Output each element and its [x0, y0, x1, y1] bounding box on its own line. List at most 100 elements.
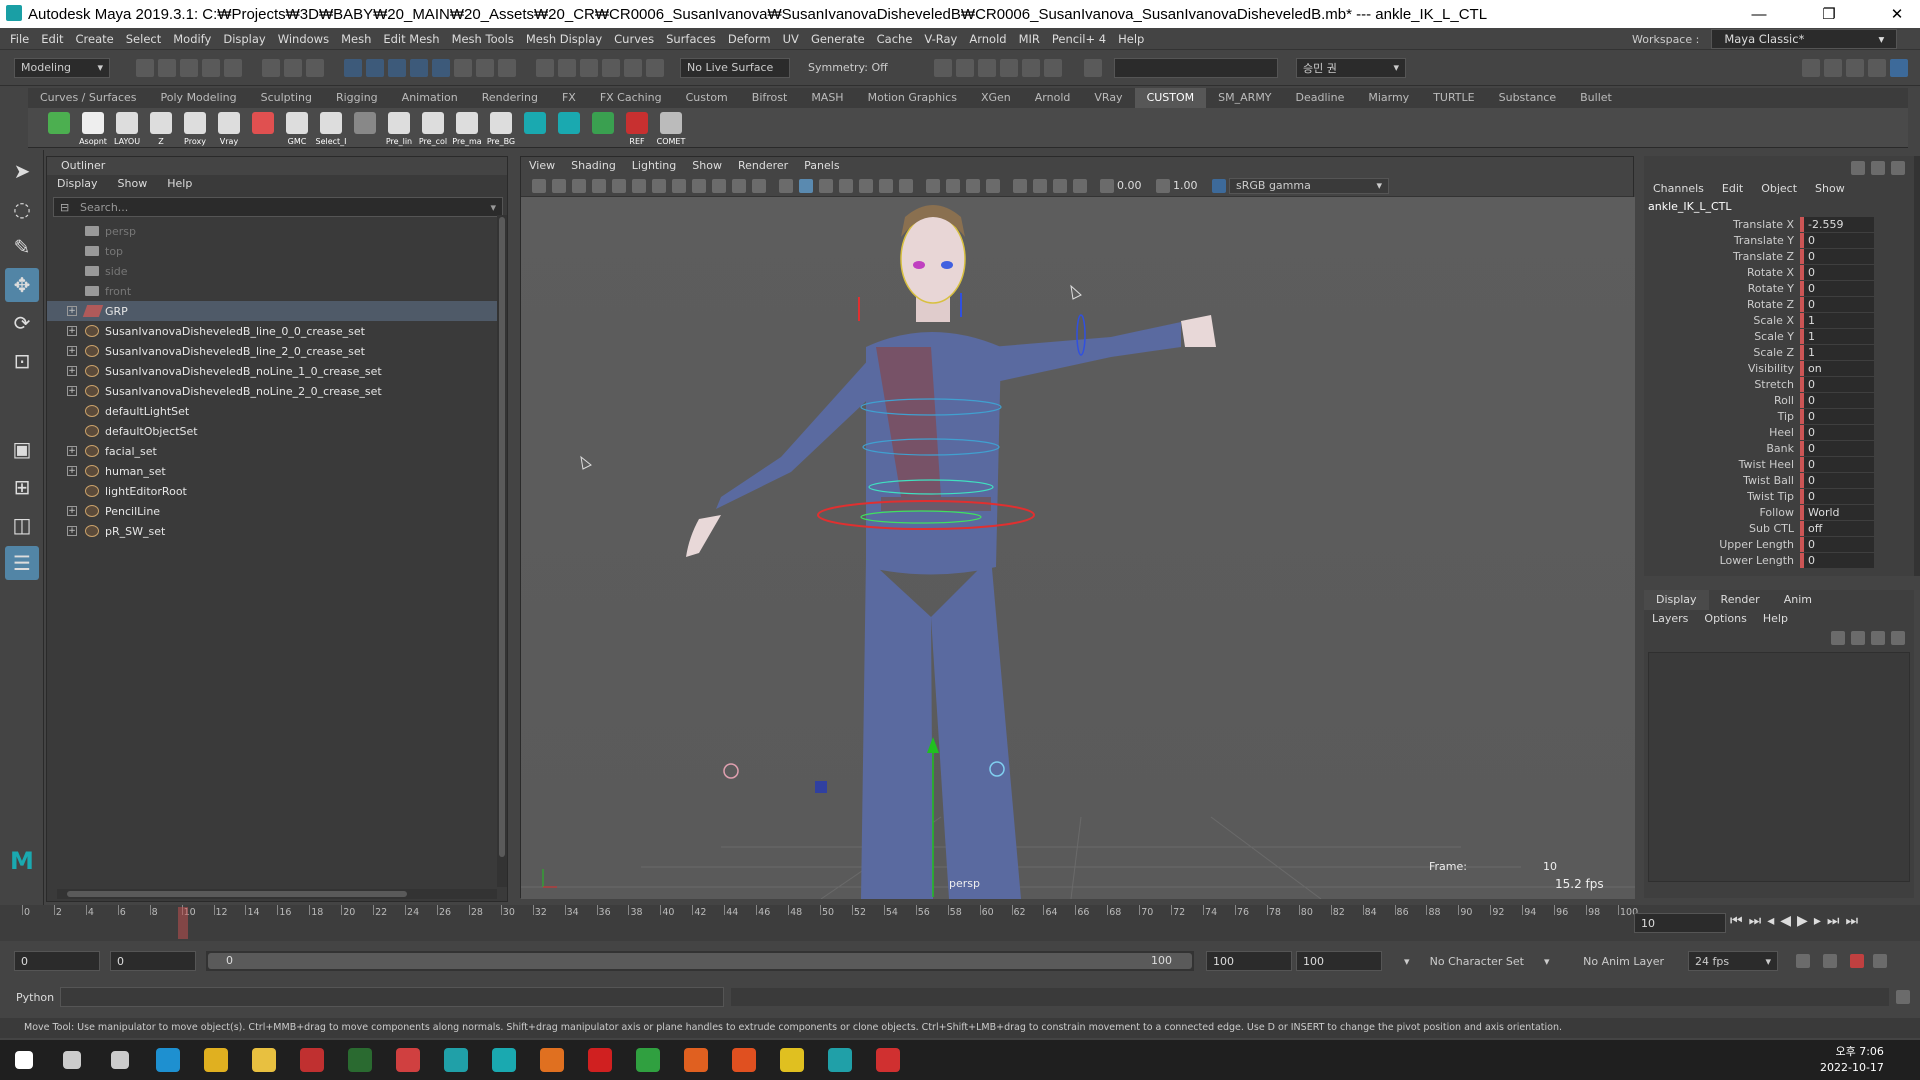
snap-plane-icon[interactable]	[410, 58, 428, 77]
expand-icon[interactable]: +	[67, 306, 77, 316]
menu-select[interactable]: Select	[120, 32, 167, 46]
new-layer-selected-icon[interactable]	[1891, 631, 1905, 645]
outliner-item[interactable]: front	[47, 281, 507, 301]
expand-icon[interactable]: +	[67, 446, 77, 456]
channel-row[interactable]: Follow World	[1644, 504, 1914, 520]
construction-history-icon[interactable]	[536, 58, 554, 77]
shelf-button-12[interactable]: Pre_ma	[452, 110, 482, 146]
channel-row[interactable]: Bank 0	[1644, 440, 1914, 456]
shelf-tab-arnold[interactable]: Arnold	[1023, 88, 1083, 108]
channel-name[interactable]: Visibility	[1644, 362, 1800, 375]
toggle-modeling-toolkit-icon[interactable]	[1802, 58, 1820, 77]
shelf-tab-custom[interactable]: Custom	[674, 88, 740, 108]
snap-grid-icon[interactable]	[344, 58, 362, 77]
channel-value[interactable]: 0	[1800, 264, 1874, 280]
viewport-menu-show[interactable]: Show	[684, 157, 730, 175]
channel-row[interactable]: Translate X -2.559	[1644, 216, 1914, 232]
menu-deform[interactable]: Deform	[722, 32, 777, 46]
outliner-item[interactable]: defaultObjectSet	[47, 421, 507, 441]
channel-name[interactable]: Roll	[1644, 394, 1800, 407]
command-language-label[interactable]: Python	[0, 991, 60, 1004]
character-set-dropdown[interactable]: ▾ No Character Set	[1404, 955, 1524, 968]
channel-value[interactable]: 0	[1800, 424, 1874, 440]
channel-value[interactable]: 1	[1800, 344, 1874, 360]
expand-icon[interactable]: +	[67, 386, 77, 396]
select-hierarchy-icon[interactable]	[262, 58, 280, 77]
fps-dropdown[interactable]: 24 fps ▾	[1688, 951, 1778, 971]
shelf-button-9[interactable]	[350, 110, 380, 146]
shelf-tab-xgen[interactable]: XGen	[969, 88, 1023, 108]
channel-row[interactable]: Upper Length 0	[1644, 536, 1914, 552]
shelf-tab-fx[interactable]: FX	[550, 88, 588, 108]
menu-v-ray[interactable]: V-Ray	[918, 32, 963, 46]
camera-attributes-icon[interactable]	[552, 178, 566, 193]
channel-name[interactable]: Tip	[1644, 410, 1800, 423]
channel-value[interactable]: 0	[1800, 248, 1874, 264]
shelf-button-18[interactable]: COMET	[656, 110, 686, 146]
tool-settings-icon[interactable]	[646, 58, 664, 77]
shelf-button-4[interactable]: Proxy	[180, 110, 210, 146]
auto-key-icon[interactable]	[1823, 954, 1837, 968]
exposure-value[interactable]: 0.00	[1117, 179, 1153, 192]
image-plane-icon[interactable]	[592, 178, 606, 193]
shelf-tab-poly-modeling[interactable]: Poly Modeling	[149, 88, 249, 108]
channel-row[interactable]: Rotate X0	[1644, 264, 1914, 280]
channel-value[interactable]: 0	[1800, 280, 1874, 296]
outliner-item[interactable]: + SusanIvanovaDisheveledB_noLine_1_0_crea…	[47, 361, 507, 381]
maximize-button[interactable]: ❐	[1806, 0, 1852, 28]
lasso-tool-icon[interactable]: ◌	[5, 192, 39, 226]
channel-name[interactable]: Upper Length	[1644, 538, 1800, 551]
taskbar-chrome[interactable]	[192, 1040, 240, 1080]
channel-row[interactable]: Rotate Z0	[1644, 296, 1914, 312]
shelf-button-6[interactable]	[248, 110, 278, 146]
safe-title-icon[interactable]	[752, 178, 766, 193]
channel-name[interactable]: Rotate Z	[1644, 298, 1800, 311]
menu-mesh-tools[interactable]: Mesh Tools	[446, 32, 520, 46]
range-bar[interactable]: 0 100	[206, 951, 1194, 971]
channel-value[interactable]: World	[1800, 504, 1874, 520]
single-perspective-view-icon[interactable]: ▣	[5, 432, 39, 466]
paint-select-icon[interactable]: ✎	[5, 230, 39, 264]
redo-icon[interactable]	[224, 58, 242, 77]
channel-value[interactable]: 0	[1800, 536, 1874, 552]
menu-modify[interactable]: Modify	[167, 32, 217, 46]
outliner-item[interactable]: persp	[47, 221, 507, 241]
select-component-icon[interactable]	[306, 58, 324, 77]
viewport-menu-shading[interactable]: Shading	[563, 157, 624, 175]
select-tool-icon[interactable]: ➤	[5, 154, 39, 188]
taskbar-task-view[interactable]	[96, 1040, 144, 1080]
pole-vector-right[interactable]	[580, 455, 592, 470]
channel-value[interactable]: 0	[1800, 488, 1874, 504]
channel-box-settings-icon[interactable]	[1871, 161, 1885, 175]
render-settings-icon[interactable]	[1000, 58, 1018, 77]
current-frame-field[interactable]: 10	[1634, 913, 1726, 933]
layer-menu-layers[interactable]: Layers	[1644, 610, 1696, 628]
shelf-tab-bifrost[interactable]: Bifrost	[740, 88, 800, 108]
live-surface-field[interactable]: No Live Surface	[680, 57, 790, 78]
time-slider[interactable]: 0 2 4 6 8 10 12 14 16 18 20 22 24 26 28 30 32 34 36 38 40 42 4…	[0, 905, 1920, 941]
script-editor-icon[interactable]	[1896, 990, 1910, 1004]
channel-row[interactable]: Heel 0	[1644, 424, 1914, 440]
outliner-item[interactable]: + GRP	[47, 301, 507, 321]
playback-end-field[interactable]: 100	[1206, 951, 1292, 971]
taskbar-app-teal[interactable]	[432, 1040, 480, 1080]
sidebar-toggle-icon[interactable]	[1084, 58, 1102, 77]
outliner-search-input[interactable]: ⊟ Search... ▾	[53, 197, 503, 217]
safe-action-icon[interactable]	[732, 178, 746, 193]
go-to-end-icon[interactable]: ⏭	[1845, 913, 1858, 929]
toggle-attribute-editor-icon[interactable]	[1824, 58, 1842, 77]
channel-value[interactable]: 1	[1800, 328, 1874, 344]
play-forward-icon[interactable]: ▶	[1797, 913, 1808, 929]
channel-row[interactable]: Sub CTL off	[1644, 520, 1914, 536]
channel-row[interactable]: Translate Z0	[1644, 248, 1914, 264]
undo-icon[interactable]	[202, 58, 220, 77]
step-back-key-icon[interactable]: ⏭	[1749, 913, 1762, 929]
channel-name[interactable]: Heel	[1644, 426, 1800, 439]
taskbar-ds[interactable]	[336, 1040, 384, 1080]
gamma-value[interactable]: 1.00	[1173, 179, 1209, 192]
outliner-menu-show[interactable]: Show	[108, 175, 158, 193]
outliner-item[interactable]: + SusanIvanovaDisheveledB_line_0_0_crease…	[47, 321, 507, 341]
menu-mir[interactable]: MIR	[1013, 32, 1046, 46]
viewport-menu-panels[interactable]: Panels	[796, 157, 847, 175]
channel-name[interactable]: Lower Length	[1644, 554, 1800, 567]
